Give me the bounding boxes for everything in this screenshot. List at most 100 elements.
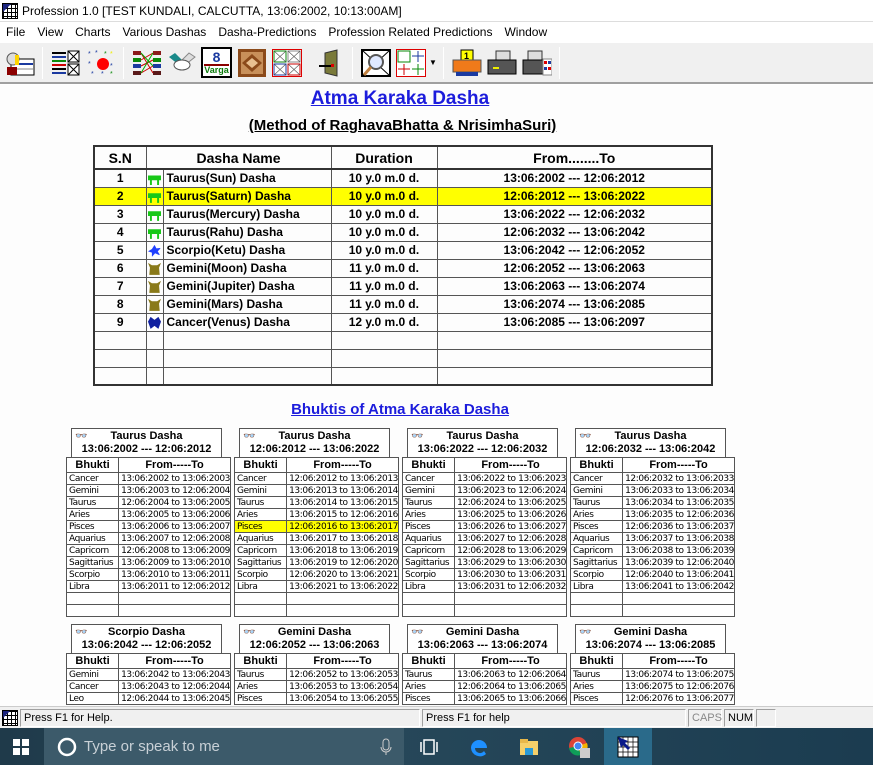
bhukti-row[interactable]: Pisces 13:06:2054 to 13:06:2055 — [233, 692, 399, 705]
exit-button[interactable] — [314, 47, 345, 78]
bhukti-row[interactable]: Libra 13:06:2011 to 12:06:2012 — [65, 580, 231, 593]
bhukti-row[interactable]: Cancer 13:06:2022 to 13:06:2023 — [401, 472, 567, 485]
dasha-row[interactable]: 8 Gemini(Mars) Dasha 11 y.0 m.0 d. 13:06:20… — [93, 294, 713, 314]
edge-button[interactable] — [454, 728, 504, 765]
menu-file[interactable]: File — [0, 25, 31, 39]
menu-charts[interactable]: Charts — [69, 25, 116, 39]
bhukti-row[interactable]: Aquarius 13:06:2007 to 12:06:2008 — [65, 532, 231, 545]
four-charts-button[interactable] — [271, 47, 302, 78]
menu-window[interactable]: Window — [498, 25, 553, 39]
dasha-row[interactable]: 6 Gemini(Moon) Dasha 11 y.0 m.0 d. 12:06:20… — [93, 258, 713, 278]
bhukti-row[interactable]: Aries 12:06:2064 to 13:06:2065 — [401, 680, 567, 693]
bhukti-row[interactable]: Pisces 13:06:2065 to 13:06:2066 — [401, 692, 567, 705]
app-icon[interactable] — [2, 2, 18, 19]
bhukti-row[interactable]: Gemini 13:06:2003 to 12:06:2004 — [65, 484, 231, 497]
bhukti-row[interactable]: Aquarius 13:06:2037 to 13:06:2038 — [569, 532, 735, 545]
dasha-row[interactable]: 4 Taurus(Rahu) Dasha 10 y.0 m.0 d. 12:06:20… — [93, 222, 713, 242]
bhukti-row[interactable]: Libra 13:06:2021 to 13:06:2022 — [233, 580, 399, 593]
binoculars-icon[interactable]: 👓 — [579, 430, 591, 443]
dasha-row[interactable]: 9 Cancer(Venus) Dasha 12 y.0 m.0 d. 13:06:2… — [93, 312, 713, 332]
bhukti-row[interactable]: Aquarius 13:06:2017 to 13:06:2018 — [233, 532, 399, 545]
bhukti-row[interactable]: Scorpio 12:06:2040 to 13:06:2041 — [569, 568, 735, 581]
menu-dasha-predictions[interactable]: Dasha-Predictions — [212, 25, 322, 39]
task-view-button[interactable] — [404, 728, 454, 765]
bhukti-row[interactable]: Cancer 13:06:2002 to 13:06:2003 — [65, 472, 231, 485]
binoculars-icon[interactable]: 👓 — [243, 430, 255, 443]
binoculars-icon[interactable]: 👓 — [75, 626, 87, 639]
chart-dropdown-arrow[interactable]: ▼ — [428, 47, 438, 78]
binoculars-icon[interactable]: 👓 — [75, 430, 87, 443]
bhukti-row[interactable]: Scorpio 12:06:2020 to 13:06:2021 — [233, 568, 399, 581]
binoculars-icon[interactable]: 👓 — [243, 626, 255, 639]
multi-chart-button[interactable] — [395, 47, 426, 78]
dasha-row[interactable]: 1 Taurus(Sun) Dasha 10 y.0 m.0 d. 13:06:200… — [93, 168, 713, 188]
microphone-icon — [380, 738, 392, 755]
menu-various-dashas[interactable]: Various Dashas — [116, 25, 212, 39]
bhukti-row[interactable]: Sagittarius 13:06:2029 to 13:06:2030 — [401, 556, 567, 569]
profession-app-taskbar-button[interactable] — [604, 728, 652, 765]
bhukti-row[interactable]: Leo 12:06:2044 to 13:06:2045 — [65, 692, 231, 705]
square-chart-button[interactable] — [236, 47, 267, 78]
bhukti-row[interactable]: Libra 13:06:2031 to 12:06:2032 — [401, 580, 567, 593]
bhukti-row[interactable]: Cancer 13:06:2043 to 12:06:2044 — [65, 680, 231, 693]
dasha-row[interactable]: 3 Taurus(Mercury) Dasha 10 y.0 m.0 d. 13:06… — [93, 204, 713, 224]
bhukti-row[interactable]: Taurus 12:06:2024 to 13:06:2025 — [401, 496, 567, 509]
bhukti-row[interactable]: Pisces 13:06:2006 to 13:06:2007 — [65, 520, 231, 533]
bhukti-row[interactable]: Gemini 13:06:2042 to 13:06:2043 — [65, 668, 231, 681]
binoculars-icon[interactable]: 👓 — [579, 626, 591, 639]
file-explorer-button[interactable] — [504, 728, 554, 765]
bhukti-row[interactable]: Aquarius 13:06:2027 to 12:06:2028 — [401, 532, 567, 545]
binoculars-icon[interactable]: 👓 — [411, 430, 423, 443]
print-one-button[interactable]: 1 1 — [451, 47, 482, 78]
bhukti-row[interactable]: Pisces 12:06:2016 to 13:06:2017 — [233, 520, 399, 533]
dasha-lines-button[interactable] — [131, 47, 162, 78]
bhukti-row[interactable]: Pisces 13:06:2026 to 13:06:2027 — [401, 520, 567, 533]
bhukti-row[interactable]: Scorpio 13:06:2010 to 13:06:2011 — [65, 568, 231, 581]
chart-list-button[interactable] — [50, 47, 81, 78]
handshake-button[interactable] — [166, 47, 197, 78]
varga-button[interactable]: 8 Varga — [201, 47, 232, 78]
bhukti-row[interactable]: Gemini 13:06:2013 to 13:06:2014 — [233, 484, 399, 497]
dasha-row[interactable]: 5 Scorpio(Ketu) Dasha 10 y.0 m.0 d. 13:06:2… — [93, 240, 713, 260]
bhukti-row[interactable]: Aries 13:06:2005 to 13:06:2006 — [65, 508, 231, 521]
menu-profession-predictions[interactable]: Profession Related Predictions — [322, 25, 498, 39]
bhukti-row[interactable]: Taurus 13:06:2063 to 12:06:2064 — [401, 668, 567, 681]
magnify-chart-button[interactable] — [360, 47, 391, 78]
chrome-button[interactable] — [554, 728, 604, 765]
bhukti-row[interactable]: Gemini 13:06:2033 to 13:06:2034 — [569, 484, 735, 497]
dasha-row[interactable]: 7 Gemini(Jupiter) Dasha 11 y.0 m.0 d. 13:06… — [93, 276, 713, 296]
bhukti-row[interactable]: Cancer 12:06:2012 to 13:06:2013 — [233, 472, 399, 485]
bhukti-row[interactable]: Taurus 13:06:2014 to 13:06:2015 — [233, 496, 399, 509]
bhukti-row[interactable]: Taurus 12:06:2004 to 13:06:2005 — [65, 496, 231, 509]
start-button[interactable] — [8, 728, 34, 765]
stars-planet-button[interactable]: * * * * * * * * * — [85, 47, 116, 78]
taskbar-search[interactable]: Type or speak to me — [44, 728, 404, 765]
bhukti-row[interactable]: Taurus 13:06:2074 to 13:06:2075 — [569, 668, 735, 681]
print-button[interactable] — [486, 47, 517, 78]
bhukti-row[interactable]: Aries 13:06:2053 to 13:06:2054 — [233, 680, 399, 693]
color-print-button[interactable] — [521, 47, 552, 78]
bhukti-row[interactable]: Sagittarius 13:06:2009 to 13:06:2010 — [65, 556, 231, 569]
person-card-button[interactable] — [4, 47, 35, 78]
bhukti-row[interactable]: Capricorn 12:06:2008 to 13:06:2009 — [65, 544, 231, 557]
bhukti-row[interactable]: Sagittarius 13:06:2039 to 12:06:2040 — [569, 556, 735, 569]
bhukti-row[interactable]: Pisces 12:06:2076 to 13:06:2077 — [569, 692, 735, 705]
bhukti-row[interactable]: Cancer 12:06:2032 to 13:06:2033 — [569, 472, 735, 485]
bhukti-row[interactable]: Aries 13:06:2075 to 12:06:2076 — [569, 680, 735, 693]
bhukti-row[interactable]: Taurus 13:06:2034 to 13:06:2035 — [569, 496, 735, 509]
bhukti-row[interactable]: Scorpio 13:06:2030 to 13:06:2031 — [401, 568, 567, 581]
menu-view[interactable]: View — [31, 25, 69, 39]
bhukti-row[interactable]: Capricorn 13:06:2038 to 13:06:2039 — [569, 544, 735, 557]
bhukti-row[interactable]: Sagittarius 13:06:2019 to 12:06:2020 — [233, 556, 399, 569]
bhukti-row[interactable]: Capricorn 13:06:2018 to 13:06:2019 — [233, 544, 399, 557]
bhukti-row[interactable]: Taurus 12:06:2052 to 13:06:2053 — [233, 668, 399, 681]
dasha-row[interactable]: 2 Taurus(Saturn) Dasha 10 y.0 m.0 d. 12:06:… — [93, 186, 713, 206]
bhukti-row[interactable]: Libra 13:06:2041 to 13:06:2042 — [569, 580, 735, 593]
bhukti-row[interactable]: Capricorn 12:06:2028 to 13:06:2029 — [401, 544, 567, 557]
bhukti-row[interactable]: Aries 13:06:2025 to 13:06:2026 — [401, 508, 567, 521]
bhukti-row[interactable]: Aries 13:06:2035 to 12:06:2036 — [569, 508, 735, 521]
binoculars-icon[interactable]: 👓 — [411, 626, 423, 639]
bhukti-row[interactable]: Aries 13:06:2015 to 12:06:2016 — [233, 508, 399, 521]
bhukti-row[interactable]: Pisces 12:06:2036 to 13:06:2037 — [569, 520, 735, 533]
bhukti-row[interactable]: Gemini 13:06:2023 to 12:06:2024 — [401, 484, 567, 497]
